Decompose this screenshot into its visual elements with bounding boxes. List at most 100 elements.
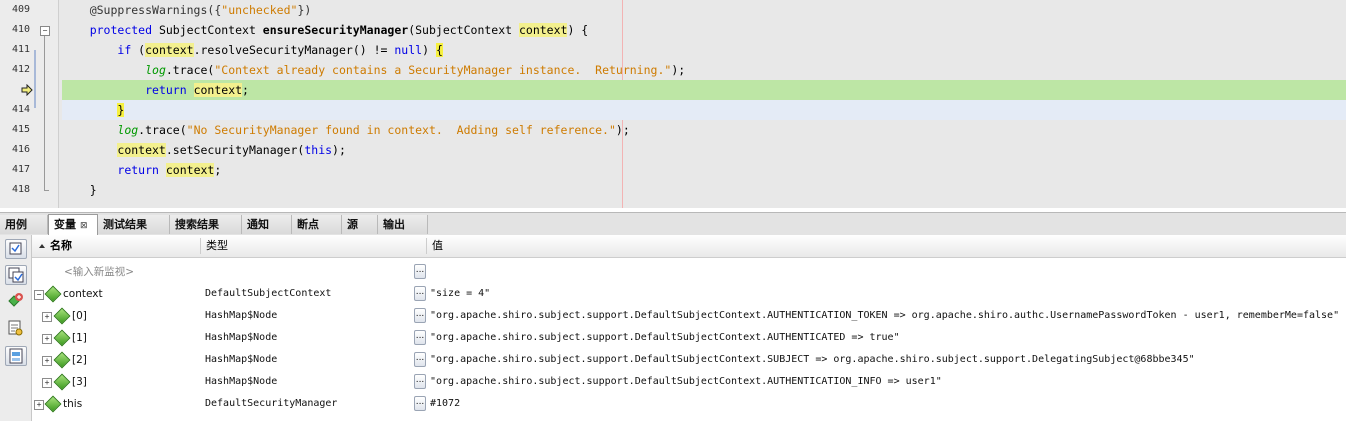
code-line: log.trace("Context already contains a Se… [145, 63, 686, 77]
line-number: 412 [11, 64, 30, 75]
variable-name: [2] [72, 354, 87, 366]
tab-label: 断点 [297, 218, 319, 231]
close-icon[interactable]: ⊠ [80, 221, 88, 231]
tab-search-results[interactable]: 搜索结果 [170, 215, 242, 234]
tab-test-results[interactable]: 测试结果 [98, 215, 170, 234]
evaluate-icon [8, 320, 23, 336]
debug-tab-bar: 用例 变量 ⊠ 测试结果 搜索结果 通知 断点 源 输出 [0, 212, 1346, 236]
fold-guide-end [44, 190, 49, 191]
variable-icon [53, 351, 71, 369]
code-line: protected SubjectContext ensureSecurityM… [89, 23, 589, 37]
variable-value[interactable]: "size = 4" [430, 283, 1344, 305]
variable-name: [3] [72, 376, 87, 388]
add-watch-icon [8, 293, 23, 307]
line-number: 409 [11, 4, 30, 15]
column-divider[interactable] [200, 238, 201, 254]
variable-value[interactable]: "org.apache.shiro.subject.support.Defaul… [430, 305, 1344, 327]
table-row[interactable]: + this DefaultSecurityManager ... #1072 [32, 393, 1346, 415]
table-row[interactable]: + [2] HashMap$Node ... "org.apache.shiro… [32, 349, 1346, 371]
value-editor-button[interactable]: ... [414, 264, 426, 279]
variable-name: this [63, 398, 83, 410]
variable-name: context [63, 288, 103, 300]
expand-icon[interactable]: + [42, 378, 52, 388]
inherited-values-icon [8, 267, 24, 283]
collapse-icon[interactable]: − [34, 290, 44, 300]
variable-name: [1] [72, 332, 87, 344]
new-watch-button[interactable] [5, 292, 27, 312]
variable-icon [53, 329, 71, 347]
column-header-type[interactable]: 类型 [206, 235, 228, 257]
tab-usages[interactable]: 用例 [0, 215, 48, 234]
code-line: } [62, 100, 1346, 120]
variable-icon [44, 395, 62, 413]
line-number: 410 [11, 24, 30, 35]
code-line: log.trace("No SecurityManager found in c… [117, 123, 630, 137]
variable-type: HashMap$Node [205, 332, 278, 343]
watch-expression-icon [9, 242, 22, 255]
show-static-toggle[interactable] [5, 239, 27, 259]
editor-gutter[interactable]: 409 410 411 412 414 415 416 417 418 − [0, 0, 59, 208]
change-marker [34, 50, 36, 108]
variable-value[interactable]: "org.apache.shiro.subject.support.Defaul… [430, 349, 1344, 371]
code-line: @SuppressWarnings({"unchecked"}) [89, 3, 312, 17]
tab-label: 源 [347, 218, 358, 231]
code-line: } [89, 183, 97, 197]
expand-icon[interactable]: + [34, 400, 44, 410]
line-number: 415 [11, 124, 30, 135]
table-row[interactable]: + [1] HashMap$Node ... "org.apache.shiro… [32, 327, 1346, 349]
show-inherited-toggle[interactable] [5, 265, 27, 285]
variables-toolbar [0, 235, 32, 421]
tab-notifications[interactable]: 通知 [242, 215, 292, 234]
tab-sources[interactable]: 源 [342, 215, 378, 234]
tab-variables[interactable]: 变量 ⊠ [48, 214, 98, 235]
tab-label: 用例 [5, 218, 27, 231]
new-watch-input[interactable]: <输入新监视> [64, 261, 134, 283]
variable-type: HashMap$Node [205, 310, 278, 321]
variable-value[interactable]: "org.apache.shiro.subject.support.Defaul… [430, 371, 1344, 393]
line-number: 416 [11, 144, 30, 155]
column-header-value[interactable]: 值 [432, 235, 443, 257]
line-number: 417 [11, 164, 30, 175]
panel-layout-icon [9, 348, 23, 364]
variable-icon [44, 285, 62, 303]
value-editor-button[interactable]: ... [414, 374, 426, 389]
fold-collapse-icon[interactable]: − [40, 26, 50, 36]
tab-label: 搜索结果 [175, 218, 219, 231]
column-header-name[interactable]: 名称 [50, 235, 72, 257]
value-editor-button[interactable]: ... [414, 396, 426, 411]
variable-name: [0] [72, 310, 87, 322]
current-line-arrow-icon [21, 84, 33, 96]
table-row[interactable]: − context DefaultSubjectContext ... "siz… [32, 283, 1346, 305]
tab-breakpoints[interactable]: 断点 [292, 215, 342, 234]
line-number: 411 [11, 44, 30, 55]
expand-icon[interactable]: + [42, 356, 52, 366]
value-editor-button[interactable]: ... [414, 352, 426, 367]
tab-output[interactable]: 输出 [378, 215, 428, 234]
table-row[interactable]: + [0] HashMap$Node ... "org.apache.shiro… [32, 305, 1346, 327]
code-line: return context; [117, 163, 222, 177]
sort-ascending-icon[interactable] [38, 235, 46, 257]
variable-type: HashMap$Node [205, 354, 278, 365]
variable-value[interactable]: #1072 [430, 393, 1344, 415]
line-number: 414 [11, 104, 30, 115]
tab-label: 测试结果 [103, 218, 147, 231]
value-editor-button[interactable]: ... [414, 330, 426, 345]
table-row[interactable]: + [3] HashMap$Node ... "org.apache.shiro… [32, 371, 1346, 393]
variable-icon [53, 307, 71, 325]
tab-label: 输出 [383, 218, 405, 231]
variable-value[interactable]: "org.apache.shiro.subject.support.Defaul… [430, 327, 1344, 349]
current-execution-line: return context; [62, 80, 1346, 100]
value-editor-button[interactable]: ... [414, 286, 426, 301]
expand-icon[interactable]: + [42, 312, 52, 322]
value-editor-button[interactable]: ... [414, 308, 426, 323]
code-line: context.setSecurityManager(this); [117, 143, 346, 157]
show-classes-toggle[interactable] [5, 346, 27, 366]
new-watch-row[interactable]: <输入新监视> ... [32, 261, 1346, 283]
column-divider[interactable] [426, 238, 427, 254]
code-editor[interactable]: 409 410 411 412 414 415 416 417 418 − @S… [0, 0, 1346, 208]
tab-label: 通知 [247, 218, 269, 231]
expand-icon[interactable]: + [42, 334, 52, 344]
tab-label: 变量 [54, 218, 76, 231]
table-header: 名称 类型 值 [32, 235, 1346, 258]
evaluate-expression-button[interactable] [5, 319, 27, 339]
